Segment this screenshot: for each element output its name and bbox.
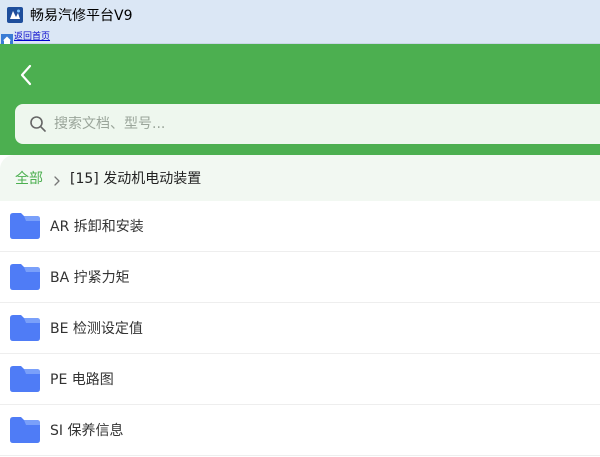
app-logo-icon [7,7,23,23]
chevron-left-icon [20,64,32,86]
window-title: 畅易汽修平台V9 [30,8,133,24]
folder-icon [10,417,40,443]
home-link[interactable]: 返回首页 [14,31,50,43]
folder-icon [10,264,40,290]
breadcrumb-root[interactable]: 全部 [15,168,43,188]
search-icon [29,115,47,133]
link-bar: 返回首页 [0,30,600,46]
window-titlebar: 畅易汽修平台V9 [0,0,600,30]
list-item-label: BA 拧紧力矩 [50,270,130,286]
breadcrumb: 全部 [15] 发动机电动装置 [0,155,600,201]
app-header [0,44,600,155]
list-item[interactable]: AR 拆卸和安装 [0,201,600,252]
folder-icon [10,366,40,392]
list-item[interactable]: PE 电路图 [0,354,600,405]
search-input[interactable] [54,116,554,132]
back-button[interactable] [14,62,38,88]
home-icon[interactable] [1,31,13,46]
list-item[interactable]: BA 拧紧力矩 [0,252,600,303]
list-item-label: SI 保养信息 [50,423,124,439]
list-item-label: AR 拆卸和安装 [50,219,144,235]
folder-icon [10,213,40,239]
chevron-right-icon [51,172,63,186]
search-box[interactable] [15,104,600,144]
list-item[interactable]: BE 检测设定值 [0,303,600,354]
list-item[interactable]: SI 保养信息 [0,405,600,456]
list-item-label: BE 检测设定值 [50,321,143,337]
folder-icon [10,315,40,341]
list-item-label: PE 电路图 [50,372,114,388]
breadcrumb-current: [15] 发动机电动装置 [70,171,202,187]
folder-list: AR 拆卸和安装 BA 拧紧力矩 BE 检测设定值 PE 电路图 SI 保养信息 [0,201,600,456]
